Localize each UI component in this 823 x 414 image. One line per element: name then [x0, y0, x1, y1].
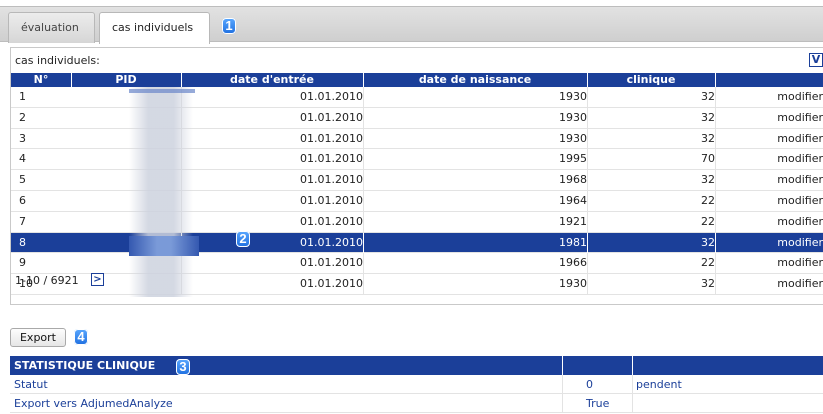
- row-birth-year: 1995: [559, 152, 587, 166]
- row-birth-year: 1921: [559, 214, 587, 228]
- row-entry-date: 01.01.2010: [300, 173, 363, 187]
- row-clinic: 22: [701, 256, 715, 270]
- statistics-status: pendent: [636, 378, 682, 391]
- row-entry-date: 01.01.2010: [300, 193, 363, 207]
- row-entry-date: 01.01.2010: [300, 152, 363, 166]
- row-number: 7: [19, 214, 26, 228]
- cell-divider: [562, 375, 563, 394]
- row-clinic: 32: [701, 131, 715, 145]
- row-birth-year: 1966: [559, 256, 587, 270]
- row-birth-year: 1964: [559, 193, 587, 207]
- modify-link[interactable]: modifier: [715, 212, 823, 232]
- statistics-title: STATISTIQUE CLINIQUE: [14, 359, 156, 372]
- row-entry-date: 01.01.2010: [300, 110, 363, 124]
- statistics-row: Statut 0 pendent: [10, 375, 823, 394]
- row-entry-date: 01.01.2010: [300, 214, 363, 228]
- row-number: 2: [19, 110, 26, 124]
- export-button[interactable]: Export: [10, 328, 66, 347]
- row-entry-date: 01.01.2010: [300, 277, 363, 291]
- tab-evaluation[interactable]: évaluation: [8, 12, 95, 43]
- row-number: 8: [19, 235, 26, 249]
- row-number: 6: [19, 193, 26, 207]
- view-toggle-button[interactable]: V: [809, 53, 823, 67]
- row-clinic: 32: [701, 277, 715, 291]
- next-page-button[interactable]: >: [91, 273, 104, 286]
- row-entry-date: 01.01.2010: [300, 131, 363, 145]
- callout-marker-3: 3: [176, 359, 190, 375]
- row-clinic: 32: [701, 235, 715, 249]
- col-header-entry-date[interactable]: date d'entrée: [181, 73, 363, 87]
- modify-link[interactable]: modifier: [715, 170, 823, 190]
- row-birth-year: 1930: [559, 131, 587, 145]
- row-number: 1: [19, 90, 26, 103]
- clinical-statistics-table: STATISTIQUE CLINIQUE Statut 0 pendent Ex…: [10, 356, 823, 413]
- statistics-header: STATISTIQUE CLINIQUE: [10, 356, 823, 375]
- row-birth-year: 1968: [559, 173, 587, 187]
- modify-link[interactable]: modifier: [715, 191, 823, 211]
- modify-link[interactable]: modifier: [715, 274, 823, 294]
- modify-link[interactable]: modifier: [715, 233, 823, 253]
- row-birth-year: 1930: [559, 90, 587, 103]
- modify-link[interactable]: modifier: [715, 253, 823, 273]
- callout-marker-4: 4: [74, 329, 88, 345]
- pid-redaction-blur: [129, 87, 193, 297]
- statistics-label[interactable]: Export vers AdjumedAnalyze: [14, 394, 173, 413]
- callout-marker-1: 1: [222, 18, 236, 34]
- modify-link[interactable]: modifier: [715, 129, 823, 149]
- tab-cas-individuels[interactable]: cas individuels: [99, 12, 210, 44]
- header-divider: [562, 356, 563, 375]
- row-clinic: 22: [701, 193, 715, 207]
- row-birth-year: 1930: [559, 110, 587, 124]
- header-divider: [715, 73, 716, 87]
- statistics-row: Export vers AdjumedAnalyze True: [10, 394, 823, 413]
- row-clinic: 32: [701, 173, 715, 187]
- pagination-text: 1-10 / 6921: [15, 274, 79, 287]
- row-birth-year: 1930: [559, 277, 587, 291]
- col-header-number[interactable]: N°: [11, 73, 71, 87]
- row-clinic: 70: [701, 152, 715, 166]
- row-number: 5: [19, 173, 26, 187]
- pid-redaction-blur: [129, 236, 199, 256]
- cell-divider: [632, 394, 633, 413]
- header-divider: [632, 356, 633, 375]
- row-birth-year: 1981: [559, 235, 587, 249]
- modify-link[interactable]: modifier: [715, 149, 823, 169]
- pid-redaction-blur: [129, 89, 195, 93]
- modify-link[interactable]: modifier: [715, 108, 823, 128]
- statistics-label[interactable]: Statut: [14, 375, 48, 394]
- statistics-value: True: [586, 397, 610, 410]
- col-header-pid[interactable]: PID: [71, 73, 181, 87]
- modify-link[interactable]: modifier: [715, 87, 823, 107]
- cell-divider: [632, 375, 633, 394]
- row-entry-date: 01.01.2010: [300, 256, 363, 270]
- row-number: 4: [19, 152, 26, 166]
- col-header-birth-date[interactable]: date de naissance: [363, 73, 587, 87]
- row-number: 9: [19, 256, 26, 270]
- row-entry-date: 01.01.2010: [300, 90, 363, 103]
- table-header: N° PID date d'entrée date de naissance c…: [11, 73, 823, 87]
- callout-marker-2: 2: [236, 231, 250, 247]
- cell-divider: [562, 394, 563, 413]
- cases-panel: cas individuels: V N° PID date d'entrée …: [10, 47, 823, 305]
- col-header-clinic[interactable]: clinique: [587, 73, 715, 87]
- row-entry-date: 01.01.2010: [300, 235, 363, 249]
- row-clinic: 32: [701, 110, 715, 124]
- row-clinic: 32: [701, 90, 715, 103]
- tab-bar: évaluation cas individuels: [0, 6, 823, 44]
- row-number: 3: [19, 131, 26, 145]
- panel-title: cas individuels:: [15, 54, 100, 67]
- row-clinic: 22: [701, 214, 715, 228]
- statistics-value: 0: [586, 378, 593, 391]
